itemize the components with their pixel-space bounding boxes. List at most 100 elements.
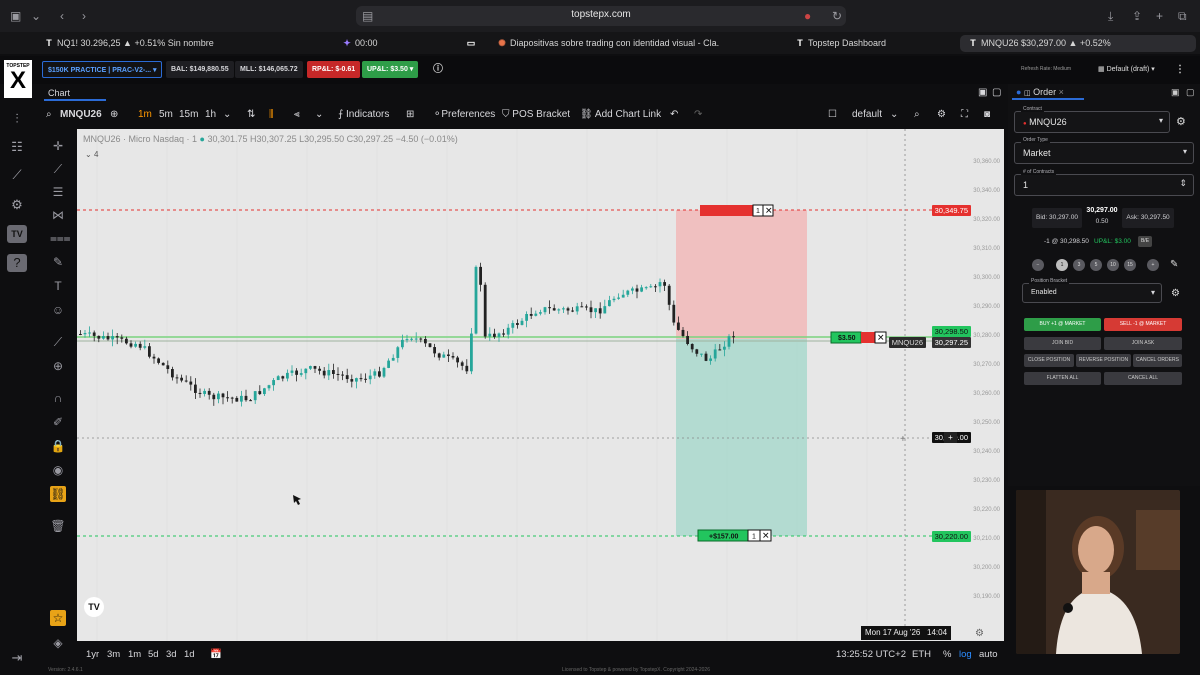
qty-preset-10[interactable]: 10	[1107, 259, 1119, 271]
undo-icon[interactable]: ↶	[670, 108, 678, 122]
edit-icon[interactable]: ✎	[1170, 259, 1178, 270]
eye-icon[interactable]: ◉	[50, 462, 66, 478]
zoom-icon[interactable]: ⌕	[914, 108, 920, 122]
close-position-button[interactable]: CLOSE POSITION	[1024, 354, 1074, 367]
trendline-icon[interactable]: ⟋	[50, 161, 66, 177]
timeframe-1m[interactable]: 1m	[138, 108, 152, 122]
bid-price[interactable]: Bid: 30,297.00	[1032, 208, 1082, 228]
contracts-stepper[interactable]: # of Contracts 1 ⇕	[1014, 169, 1194, 196]
tab-timer[interactable]: ✦ 00:00	[342, 35, 442, 52]
pattern-icon[interactable]: ⋈	[50, 207, 66, 223]
timeframe-1h[interactable]: 1h	[205, 108, 216, 122]
log-toggle[interactable]: log	[959, 649, 972, 660]
position-bracket-select[interactable]: Position Bracket Enabled ▾	[1022, 278, 1162, 303]
pos-bracket-button[interactable]: ⛉ POS Bracket	[502, 108, 570, 122]
price-chart[interactable]: 1 ✕ $3.50 ✕ +$157.00 1 ✕ + MNQU26 · Micr…	[77, 129, 1004, 641]
contract-select[interactable]: Contract ● MNQU26 ▾	[1014, 106, 1170, 133]
chevron-down-icon[interactable]: ⌄	[31, 9, 41, 23]
template-select[interactable]: default	[852, 108, 882, 122]
chart-canvas[interactable]: 1 ✕ $3.50 ✕ +$157.00 1 ✕ +	[77, 129, 1004, 641]
bar-type-icon[interactable]: ⇅	[247, 108, 255, 122]
star-icon[interactable]: ☆	[50, 610, 66, 626]
tradingview-badge-icon[interactable]: TV	[7, 225, 27, 243]
search-icon[interactable]: ⌕	[46, 108, 52, 122]
add-panel-icon[interactable]: ▣	[1171, 87, 1180, 98]
analytics-icon[interactable]: ⟋	[7, 166, 27, 184]
text-icon[interactable]: T	[50, 278, 66, 294]
flatten-all-button[interactable]: FLATTEN ALL	[1024, 372, 1101, 385]
tab-overview-icon[interactable]: ⧉	[1178, 9, 1187, 23]
cancel-all-button[interactable]: CANCEL ALL	[1104, 372, 1182, 385]
info-icon[interactable]: ⓘ	[428, 61, 448, 78]
percent-toggle[interactable]: %	[943, 649, 951, 660]
join-bid-button[interactable]: JOIN BID	[1024, 337, 1101, 350]
sidebar-toggle-icon[interactable]: ▣	[10, 9, 21, 23]
reverse-position-button[interactable]: REVERSE POSITION	[1076, 354, 1131, 367]
symbol-input[interactable]: MNQU26	[60, 108, 102, 122]
contract-settings-icon[interactable]: ⚙	[1176, 115, 1186, 128]
range-3d[interactable]: 3d	[166, 649, 177, 660]
add-panel-icon[interactable]: ▣	[978, 86, 987, 100]
take-profit-zone[interactable]	[676, 339, 807, 536]
layout-selector[interactable]: ▦ Default (draft) ▾	[1093, 61, 1160, 78]
fib-icon[interactable]: ☰	[50, 184, 66, 200]
add-chart-link-button[interactable]: ⛓ Add Chart Link	[580, 108, 661, 122]
back-icon[interactable]: ‹	[60, 9, 64, 23]
trading-icon[interactable]: ⫶	[7, 110, 27, 128]
add-compare-icon[interactable]: ⊕	[110, 108, 118, 122]
chevron-down-icon[interactable]: ⌄	[890, 108, 898, 122]
order-type-select[interactable]: Order Type Market ▾	[1014, 137, 1194, 164]
preferences-button[interactable]: ⚬Preferences	[433, 108, 495, 122]
tab-mnqu26[interactable]: T MNQU26 $30,297.00 ▲ +0.52%	[960, 35, 1196, 52]
range-1m[interactable]: 1m	[128, 649, 141, 660]
address-bar[interactable]: ▤ topstepx.com ● ↻	[356, 6, 846, 26]
qty-preset-3[interactable]: 3	[1073, 259, 1085, 271]
layers-icon[interactable]: ◈	[50, 635, 66, 651]
zoom-in-icon[interactable]: ⊕	[50, 358, 66, 374]
checkbox[interactable]: ☐	[828, 108, 837, 122]
brush-icon[interactable]: ✎	[50, 254, 66, 270]
range-5d[interactable]: 5d	[148, 649, 159, 660]
stop-loss-zone[interactable]	[676, 210, 807, 339]
crosshair-icon[interactable]: ✛	[50, 138, 66, 154]
link-icon[interactable]: ⛓	[50, 486, 66, 502]
session-toggle[interactable]: ETH	[912, 649, 931, 660]
screenshot-icon[interactable]: ◙	[984, 108, 990, 122]
join-ask-button[interactable]: JOIN ASK	[1104, 337, 1182, 350]
trash-icon[interactable]: 🗑	[50, 518, 66, 534]
indicators-button[interactable]: ⨍ Indicators	[338, 108, 389, 122]
order-tab[interactable]: ● ◫ Order ×	[1016, 87, 1064, 97]
forward-icon[interactable]: ›	[82, 9, 86, 23]
panel-menu-icon[interactable]: ▢	[992, 86, 1001, 100]
magnet-icon[interactable]: ∩	[50, 390, 66, 406]
chart-style-icon[interactable]: ⫷	[294, 108, 300, 122]
tab-topstep-dashboard[interactable]: T Topstep Dashboard	[795, 35, 935, 52]
redo-icon[interactable]: ↷	[694, 108, 702, 122]
range-1yr[interactable]: 1yr	[86, 649, 99, 660]
users-icon[interactable]: ☷	[7, 138, 27, 156]
new-tab-icon[interactable]: +	[1156, 9, 1163, 23]
bracket-settings-icon[interactable]: ⚙	[1171, 288, 1180, 299]
layout-grid-icon[interactable]: ⊞	[406, 108, 414, 122]
range-3m[interactable]: 3m	[107, 649, 120, 660]
fullscreen-icon[interactable]: ⛶	[961, 108, 968, 122]
auto-toggle[interactable]: auto	[979, 649, 998, 660]
ask-price[interactable]: Ask: 30,297.50	[1122, 208, 1174, 228]
add-order-icon[interactable]: +	[944, 432, 957, 443]
panel-menu-icon[interactable]: ▢	[1186, 87, 1195, 98]
account-selector[interactable]: $150K PRACTICE | PRAC-V2-... ▾	[42, 61, 162, 78]
tab-empty[interactable]: ▭	[466, 35, 486, 52]
stop-order-tag[interactable]	[700, 205, 758, 216]
qty-minus-button[interactable]: −	[1032, 259, 1044, 271]
logout-icon[interactable]: ⇥	[7, 649, 27, 667]
download-icon[interactable]: ⤓	[1108, 9, 1113, 23]
chevron-down-icon[interactable]: ⌄	[315, 108, 323, 122]
forecast-icon[interactable]: ⩶	[50, 230, 71, 246]
qty-preset-1[interactable]: 1	[1056, 259, 1068, 271]
stay-drawing-icon[interactable]: ✐	[50, 414, 66, 430]
chart-tab[interactable]: Chart	[48, 86, 70, 100]
settings-icon[interactable]: ⚙	[7, 196, 27, 214]
tradingview-logo-icon[interactable]: TV	[84, 597, 104, 617]
range-1d[interactable]: 1d	[184, 649, 195, 660]
more-icon[interactable]: ⋮	[1170, 61, 1190, 78]
